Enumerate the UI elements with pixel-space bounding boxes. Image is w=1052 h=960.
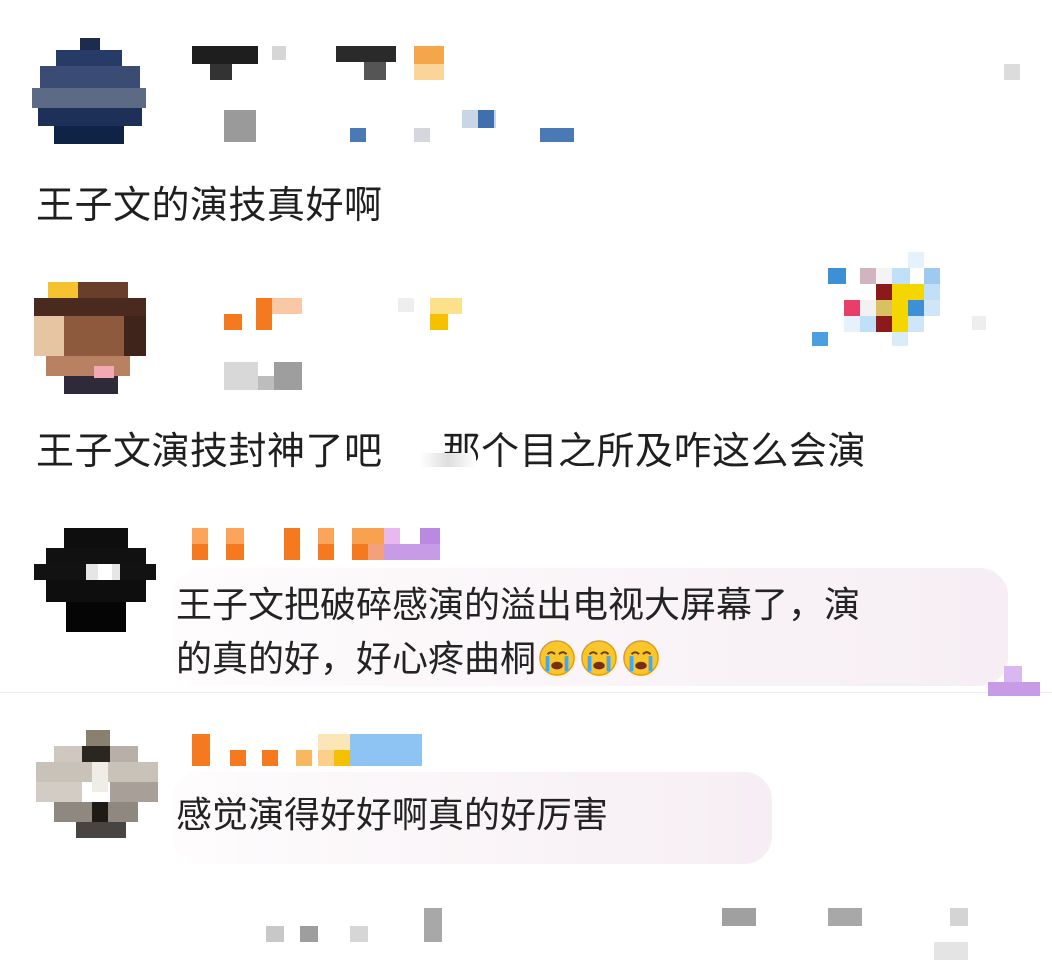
comment-text: 王子文演技封神了吧 那个目之所及咋这么会演 <box>36 424 866 478</box>
comment-text-part2: 那个目之所及咋这么会演 <box>442 429 867 473</box>
crying-face-icon <box>539 640 575 676</box>
crying-face-icon <box>623 640 659 676</box>
more-icon[interactable] <box>1004 64 1020 80</box>
emoji-group <box>536 639 660 680</box>
avatar[interactable] <box>34 528 156 632</box>
crying-face-icon <box>581 640 617 676</box>
reply-text: 感觉演得好好啊真的好厉害 <box>176 795 609 836</box>
avatar[interactable] <box>36 730 158 838</box>
reply-text-line1: 王子文把破碎感演的溢出电视大屏幕了，演 <box>176 585 861 626</box>
redacted-mention <box>420 453 476 467</box>
comment-text-part1: 王子文演技封神了吧 <box>36 429 383 473</box>
divider <box>0 692 1052 693</box>
avatar[interactable] <box>34 282 146 394</box>
avatar[interactable] <box>32 38 146 144</box>
reply-text-line2: 的真的好，好心疼曲桐 <box>176 632 660 688</box>
comment-text: 王子文的演技真好啊 <box>36 183 383 227</box>
